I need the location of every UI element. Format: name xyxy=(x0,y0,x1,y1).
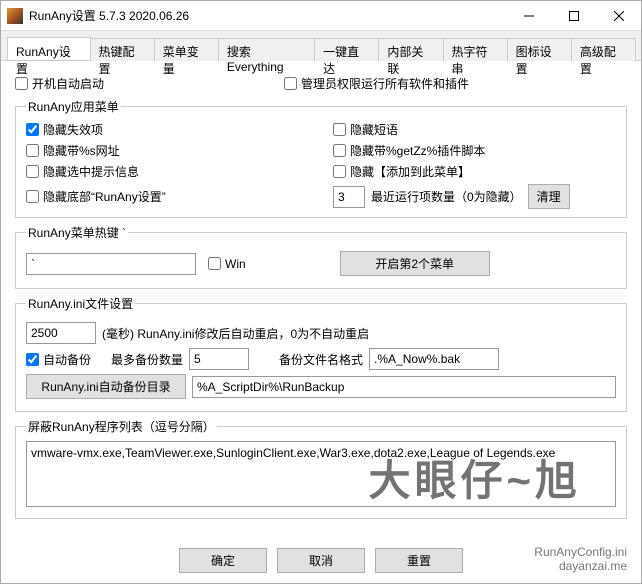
hide-addmenu-label: 隐藏【添加到此菜单】 xyxy=(350,163,470,180)
hide-phrase-wrap[interactable]: 隐藏短语 xyxy=(333,121,616,138)
bottom-bar: 确定 取消 重置 RunAnyConfig.ini dayanzai.me xyxy=(1,538,641,583)
maximize-button[interactable] xyxy=(551,1,596,30)
footer-text: RunAnyConfig.ini dayanzai.me xyxy=(534,545,627,573)
content: 开机自动启动 管理员权限运行所有软件和插件 RunAny应用菜单 隐藏失效项 隐… xyxy=(1,61,641,538)
hide-tip-wrap[interactable]: 隐藏选中提示信息 xyxy=(26,163,309,180)
hide-getzz-checkbox[interactable] xyxy=(333,144,346,157)
recent-count-input[interactable] xyxy=(333,186,365,208)
ini-group: RunAny.ini文件设置 (毫秒) RunAny.ini修改后自动重启，0为… xyxy=(15,295,627,412)
hide-invalid-wrap[interactable]: 隐藏失效项 xyxy=(26,121,309,138)
win-modifier-wrap[interactable]: Win xyxy=(208,257,246,271)
hide-invalid-checkbox[interactable] xyxy=(26,123,39,136)
block-list-textarea[interactable]: vmware-vmx.exe,TeamViewer.exe,SunloginCl… xyxy=(26,441,616,507)
footer-config: RunAnyConfig.ini xyxy=(534,545,627,559)
tab-menu-variables[interactable]: 菜单变量 xyxy=(154,38,219,61)
hide-phrase-checkbox[interactable] xyxy=(333,123,346,136)
footer-site: dayanzai.me xyxy=(534,559,627,573)
autostart-label: 开机自动启动 xyxy=(32,75,104,92)
auto-backup-wrap[interactable]: 自动备份 xyxy=(26,351,91,368)
app-menu-legend: RunAny应用菜单 xyxy=(26,98,121,115)
minimize-button[interactable] xyxy=(506,1,551,30)
cancel-button[interactable]: 取消 xyxy=(277,548,365,573)
hide-phrase-label: 隐藏短语 xyxy=(350,121,398,138)
max-backup-input[interactable] xyxy=(189,348,249,370)
autostart-checkbox-label[interactable]: 开机自动启动 xyxy=(15,75,104,92)
hide-surl-label: 隐藏带%s网址 xyxy=(43,142,120,159)
block-legend: 屏蔽RunAny程序列表（逗号分隔） xyxy=(26,418,217,435)
hide-tip-checkbox[interactable] xyxy=(26,165,39,178)
tab-internal-assoc[interactable]: 内部关联 xyxy=(378,38,443,61)
hide-surl-wrap[interactable]: 隐藏带%s网址 xyxy=(26,142,309,159)
tab-hotkey-config[interactable]: 热键配置 xyxy=(90,38,155,61)
ini-legend: RunAny.ini文件设置 xyxy=(26,295,135,312)
window-title: RunAny设置 5.7.3 2020.06.26 xyxy=(29,7,506,24)
auto-backup-label: 自动备份 xyxy=(43,351,91,368)
hide-addmenu-checkbox[interactable] xyxy=(333,165,346,178)
tab-search-everything[interactable]: 搜索Everything xyxy=(218,38,315,61)
tab-advanced[interactable]: 高级配置 xyxy=(571,38,636,61)
hotkey-legend: RunAny菜单热键 ` xyxy=(26,224,128,241)
titlebar: RunAny设置 5.7.3 2020.06.26 xyxy=(1,1,641,31)
ok-button[interactable]: 确定 xyxy=(179,548,267,573)
admin-label: 管理员权限运行所有软件和插件 xyxy=(301,75,469,92)
open-second-menu-button[interactable]: 开启第2个菜单 xyxy=(340,251,490,276)
hide-invalid-label: 隐藏失效项 xyxy=(43,121,103,138)
close-button[interactable] xyxy=(596,1,641,30)
admin-checkbox-label[interactable]: 管理员权限运行所有软件和插件 xyxy=(284,75,469,92)
app-icon xyxy=(7,8,23,24)
hide-getzz-wrap[interactable]: 隐藏带%getZz%插件脚本 xyxy=(333,142,616,159)
backup-dir-button[interactable]: RunAny.ini自动备份目录 xyxy=(26,374,186,399)
max-backup-label: 最多备份数量 xyxy=(111,351,183,368)
tab-onekey[interactable]: 一键直达 xyxy=(314,38,379,61)
admin-checkbox[interactable] xyxy=(284,77,297,90)
win-modifier-label: Win xyxy=(225,257,246,271)
recent-count-label: 最近运行项数量（0为隐藏） xyxy=(371,188,522,205)
block-group: 屏蔽RunAny程序列表（逗号分隔） vmware-vmx.exe,TeamVi… xyxy=(15,418,627,519)
hotkey-group: RunAny菜单热键 ` Win 开启第2个菜单 xyxy=(15,224,627,289)
restart-delay-input[interactable] xyxy=(26,322,96,344)
hide-getzz-label: 隐藏带%getZz%插件脚本 xyxy=(350,142,485,159)
hide-addmenu-wrap[interactable]: 隐藏【添加到此菜单】 xyxy=(333,163,616,180)
restart-delay-label: (毫秒) RunAny.ini修改后自动重启，0为不自动重启 xyxy=(102,325,369,342)
win-modifier-checkbox[interactable] xyxy=(208,257,221,270)
backup-format-input[interactable] xyxy=(369,348,499,370)
backup-format-label: 备份文件名格式 xyxy=(279,351,363,368)
hotkey-input[interactable] xyxy=(26,253,196,275)
window: RunAny设置 5.7.3 2020.06.26 RunAny设置 热键配置 … xyxy=(0,0,642,584)
auto-backup-checkbox[interactable] xyxy=(26,353,39,366)
hide-surl-checkbox[interactable] xyxy=(26,144,39,157)
clean-button[interactable]: 清理 xyxy=(528,184,570,209)
tab-hotstrings[interactable]: 热字符串 xyxy=(443,38,508,61)
reset-button[interactable]: 重置 xyxy=(375,548,463,573)
window-controls xyxy=(506,1,641,30)
tab-icon-settings[interactable]: 图标设置 xyxy=(507,38,572,61)
app-menu-group: RunAny应用菜单 隐藏失效项 隐藏短语 隐藏带%s网址 隐藏带%getZz%… xyxy=(15,98,627,218)
hide-tip-label: 隐藏选中提示信息 xyxy=(43,163,139,180)
autostart-checkbox[interactable] xyxy=(15,77,28,90)
hide-bottom-label: 隐藏底部“RunAny设置” xyxy=(43,188,166,205)
hide-bottom-checkbox[interactable] xyxy=(26,190,39,203)
tab-runany-settings[interactable]: RunAny设置 xyxy=(7,37,91,60)
hide-bottom-wrap[interactable]: 隐藏底部“RunAny设置” xyxy=(26,184,309,209)
backup-dir-input[interactable] xyxy=(192,376,616,398)
tab-bar: RunAny设置 热键配置 菜单变量 搜索Everything 一键直达 内部关… xyxy=(1,31,641,61)
